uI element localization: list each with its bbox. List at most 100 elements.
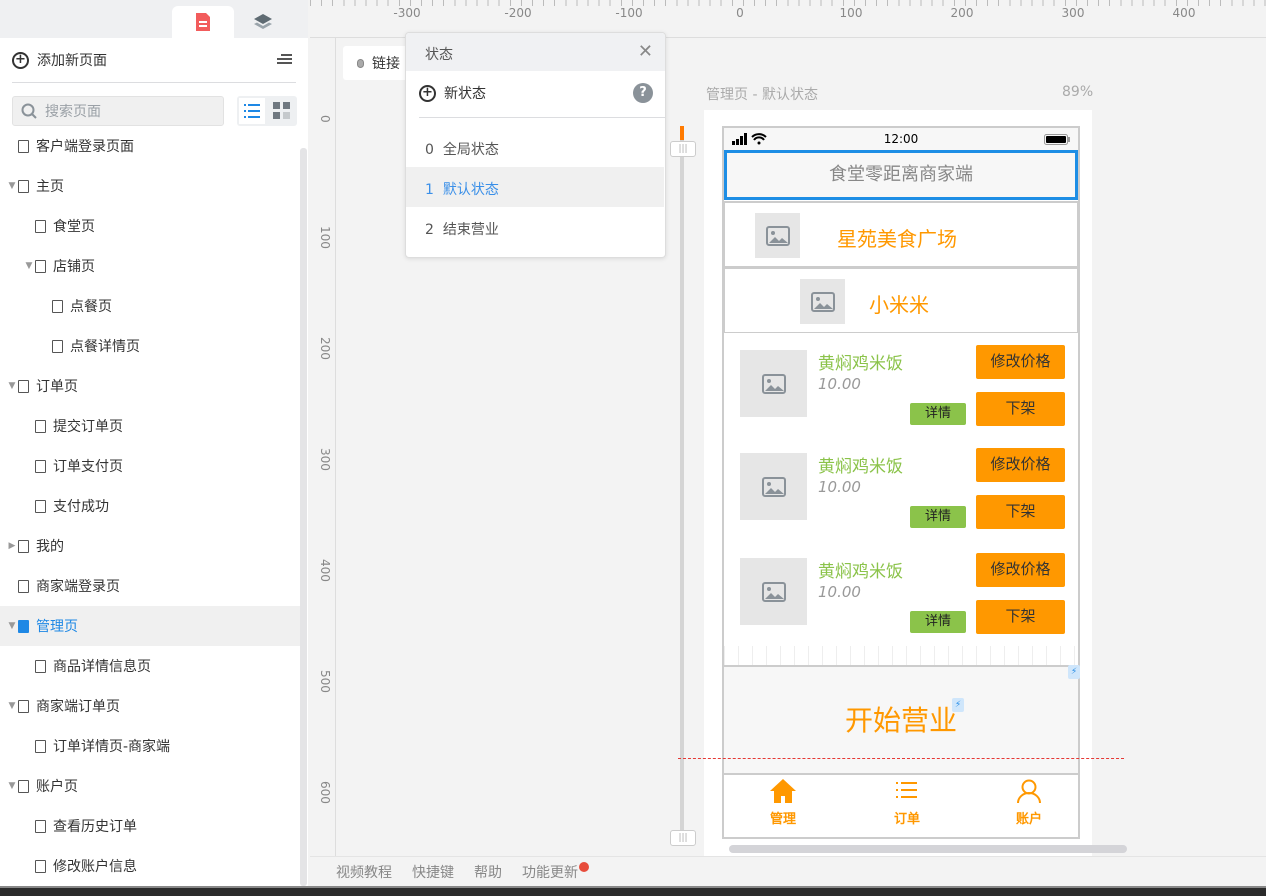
page-tree-item[interactable]: 修改账户信息	[0, 846, 300, 886]
expand-arrow-icon[interactable]: ▼	[6, 181, 18, 191]
page-tree-item[interactable]: 食堂页	[0, 206, 300, 246]
page-tree-item[interactable]: ▼ 订单页	[0, 366, 300, 406]
delist-button[interactable]: 下架	[976, 392, 1065, 426]
page-tree-item[interactable]: 查看历史订单	[0, 806, 300, 846]
page-tree-item[interactable]: ▼ 主页	[0, 166, 300, 206]
bottom-drag-handle[interactable]: |||	[670, 830, 696, 846]
edit-price-button[interactable]: 修改价格	[976, 553, 1065, 587]
phone-frame: 12:00 食堂零距离商家端 星苑美食广场 小米米 黄焖鸡米饭 10.00 修改价格…	[722, 126, 1080, 839]
page-tree-item[interactable]: ▼ 管理页	[0, 606, 300, 646]
zoom-level[interactable]: 89%	[1062, 84, 1093, 100]
grid-view-icon[interactable]	[269, 98, 295, 124]
page-tree-label: 订单详情页-商家端	[53, 739, 171, 755]
shortcuts-link[interactable]: 快捷键	[412, 862, 454, 882]
canvas-horizontal-scrollbar[interactable]	[729, 845, 1127, 853]
page-tree-item[interactable]: ▼ 店铺页	[0, 246, 300, 286]
page-tree-label: 店铺页	[53, 259, 95, 275]
updates-link[interactable]: 功能更新	[522, 861, 589, 882]
nav-manage-label: 管理	[769, 812, 796, 827]
ruler-tick-label: -300	[393, 6, 421, 20]
state-item[interactable]: 1 默认状态	[406, 167, 664, 207]
state-index: 2	[425, 222, 434, 238]
states-panel: 状态 ✕ + 新状态 ? 0 全局状态 1 默认状态 2 结束营业	[405, 32, 666, 258]
ruler-tick-label: 400	[318, 559, 332, 582]
search-input[interactable]: 搜索页面	[12, 96, 224, 126]
ruler-tick-label: 100	[839, 6, 863, 20]
sidebar-scrollbar[interactable]	[300, 148, 307, 886]
page-file-icon	[35, 499, 46, 513]
product-card: 黄焖鸡米饭 10.00 修改价格 下架 详情	[724, 543, 1078, 643]
nav-orders[interactable]: 订单	[848, 778, 966, 827]
detail-button[interactable]: 详情	[910, 506, 966, 528]
page-tree-item[interactable]: 支付成功	[0, 486, 300, 526]
page-tree-item[interactable]: 商家端登录页	[0, 566, 300, 606]
page-tree-item[interactable]: 商品详情信息页	[0, 646, 300, 686]
adaptive-view-track	[680, 140, 684, 840]
video-tutorial-link[interactable]: 视频教程	[336, 862, 392, 882]
page-tree-item[interactable]: 订单支付页	[0, 446, 300, 486]
page-tree-item[interactable]: ▶ 我的	[0, 526, 300, 566]
expand-arrow-icon[interactable]: ▼	[6, 701, 18, 711]
states-panel-title: 状态	[406, 33, 665, 71]
page-file-icon	[18, 579, 29, 593]
delist-button[interactable]: 下架	[976, 495, 1065, 529]
page-tree-item[interactable]: 点餐详情页	[0, 326, 300, 366]
help-link[interactable]: 帮助	[474, 862, 502, 882]
page-tree-item[interactable]: ▼ 商家端订单页	[0, 686, 300, 726]
expand-arrow-icon[interactable]: ▼	[6, 781, 18, 791]
help-icon[interactable]: ?	[633, 83, 653, 103]
vertical-ruler: 0 100 200 300 400 500 600	[310, 38, 336, 856]
taskbar	[0, 886, 1266, 896]
page-file-icon	[18, 139, 29, 153]
image-placeholder-icon	[755, 213, 800, 258]
page-tree-item[interactable]: 提交订单页	[0, 406, 300, 446]
tab-pages[interactable]	[172, 6, 234, 38]
state-index: 1	[425, 182, 434, 198]
ruler-tick-label: -100	[615, 6, 643, 20]
page-file-icon	[35, 419, 46, 433]
footer-bar: 视频教程 快捷键 帮助 功能更新	[310, 856, 1266, 886]
delist-button[interactable]: 下架	[976, 600, 1065, 634]
close-icon[interactable]: ✕	[638, 41, 653, 62]
page-tree-label: 食堂页	[53, 219, 95, 235]
detail-button[interactable]: 详情	[910, 611, 966, 633]
page-file-icon	[18, 179, 29, 193]
list-view-icon[interactable]	[239, 98, 265, 124]
interaction-bolt-icon: ⚡	[1068, 665, 1080, 679]
state-item[interactable]: 2 结束营业	[406, 207, 664, 247]
shop-row[interactable]: 星苑美食广场	[724, 201, 1078, 267]
page-tree-item[interactable]: 点餐页	[0, 286, 300, 326]
track-marker	[680, 126, 684, 140]
expand-arrow-icon[interactable]: ▼	[6, 381, 18, 391]
edit-price-button[interactable]: 修改价格	[976, 345, 1065, 379]
expand-arrow-icon[interactable]: ▶	[6, 541, 18, 551]
link-chip[interactable]: 链接	[343, 46, 413, 80]
state-index: 0	[425, 142, 434, 158]
detail-button[interactable]: 详情	[910, 403, 966, 425]
sort-menu-icon[interactable]	[277, 52, 292, 64]
page-file-icon	[35, 459, 46, 473]
expand-arrow-icon[interactable]: ▼	[6, 621, 18, 631]
nav-manage[interactable]: 管理	[724, 778, 842, 827]
nav-account[interactable]: 账户	[970, 778, 1088, 827]
search-placeholder: 搜索页面	[45, 104, 101, 120]
shop-row[interactable]: 小米米	[724, 267, 1078, 333]
page-file-icon	[52, 339, 63, 353]
page-tree-label: 查看历史订单	[53, 819, 137, 835]
page-file-icon	[35, 259, 46, 273]
new-state-button[interactable]: + 新状态	[419, 83, 486, 103]
link-dot-icon	[357, 58, 364, 68]
image-placeholder-icon	[800, 279, 845, 324]
expand-arrow-icon[interactable]: ▼	[23, 261, 35, 271]
add-page-button[interactable]: + 添加新页面	[12, 50, 107, 70]
page-file-icon	[35, 739, 46, 753]
top-drag-handle[interactable]: |||	[670, 141, 696, 157]
state-label: 全局状态	[442, 142, 499, 158]
edit-price-button[interactable]: 修改价格	[976, 448, 1065, 482]
page-tree-item[interactable]: 订单详情页-商家端	[0, 726, 300, 766]
state-item[interactable]: 0 全局状态	[406, 127, 664, 167]
tab-layers[interactable]	[232, 6, 294, 38]
grid-strip	[724, 646, 1078, 665]
page-tree-item[interactable]: 客户端登录页面	[0, 126, 300, 166]
page-tree-item[interactable]: ▼ 账户页	[0, 766, 300, 806]
